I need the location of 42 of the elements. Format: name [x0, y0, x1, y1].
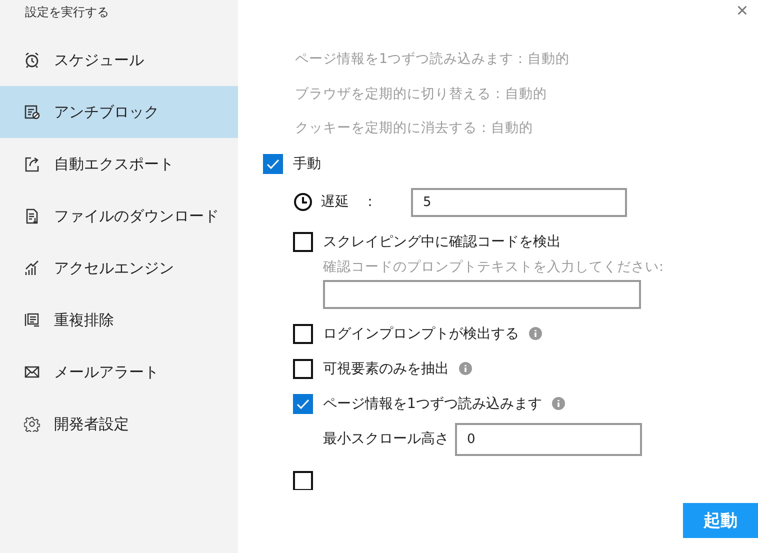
document-download-icon: [24, 208, 40, 224]
mail-icon: [24, 364, 40, 380]
option-label: ページ情報を1つずつ読み込みます: [323, 394, 542, 412]
close-button[interactable]: ×: [732, 0, 752, 22]
sidebar-item[interactable]: アンチブロック: [0, 86, 238, 138]
checkbox[interactable]: [293, 232, 313, 252]
checkbox[interactable]: [293, 470, 313, 490]
delay-label: 遅延 ：: [321, 193, 378, 211]
info-icon[interactable]: [529, 327, 542, 340]
info-icon[interactable]: [552, 397, 565, 410]
auto-setting-note: クッキーを定期的に消去する：自動的: [295, 120, 533, 136]
sidebar-item[interactable]: アクセルエンジン: [0, 242, 238, 294]
delay-field[interactable]: 5: [411, 188, 627, 216]
sidebar-item[interactable]: メールアラート: [0, 346, 238, 398]
chart-icon: [24, 260, 40, 276]
auto-setting-note: ブラウザを定期的に切り替える：自動的: [295, 86, 547, 102]
sidebar-title: 設定を実行する: [24, 4, 110, 21]
share-icon: [24, 156, 40, 172]
info-icon[interactable]: [459, 362, 472, 375]
prompt-text-field[interactable]: [323, 280, 641, 308]
option-label: 可視要素のみを抽出: [323, 360, 449, 378]
settings-icon: [24, 416, 40, 432]
sidebar-item[interactable]: 重複排除: [0, 294, 238, 346]
option-label: スクレイピング中に確認コードを検出: [323, 232, 561, 250]
auto-setting-note: ページ情報を1つずつ読み込みます：自動的: [295, 51, 570, 67]
sidebar-item[interactable]: 開発者設定: [0, 398, 238, 450]
prompt-hint: 確認コードのプロンプトテキストを入力してください:: [322, 258, 665, 276]
min-scroll-field[interactable]: 0: [455, 422, 642, 456]
min-scroll-label: 最小スクロール高さ: [323, 430, 449, 448]
sidebar-item[interactable]: スケジュール: [0, 34, 238, 86]
checkbox[interactable]: [263, 154, 283, 174]
checkbox[interactable]: [293, 358, 313, 378]
clock-icon: [293, 192, 313, 212]
checkbox[interactable]: [293, 324, 313, 344]
option-label: ログインプロンプトが検出する: [323, 324, 519, 342]
manual-label: 手動: [293, 154, 321, 172]
sidebar-item[interactable]: 自動エクスポート: [0, 138, 238, 190]
sidebar-item[interactable]: ファイルのダウンロード: [0, 190, 238, 242]
alarm-clock-icon: [24, 52, 40, 68]
checkbox[interactable]: [293, 394, 313, 414]
document-block-icon: [24, 104, 40, 120]
list-icon: [24, 312, 40, 328]
